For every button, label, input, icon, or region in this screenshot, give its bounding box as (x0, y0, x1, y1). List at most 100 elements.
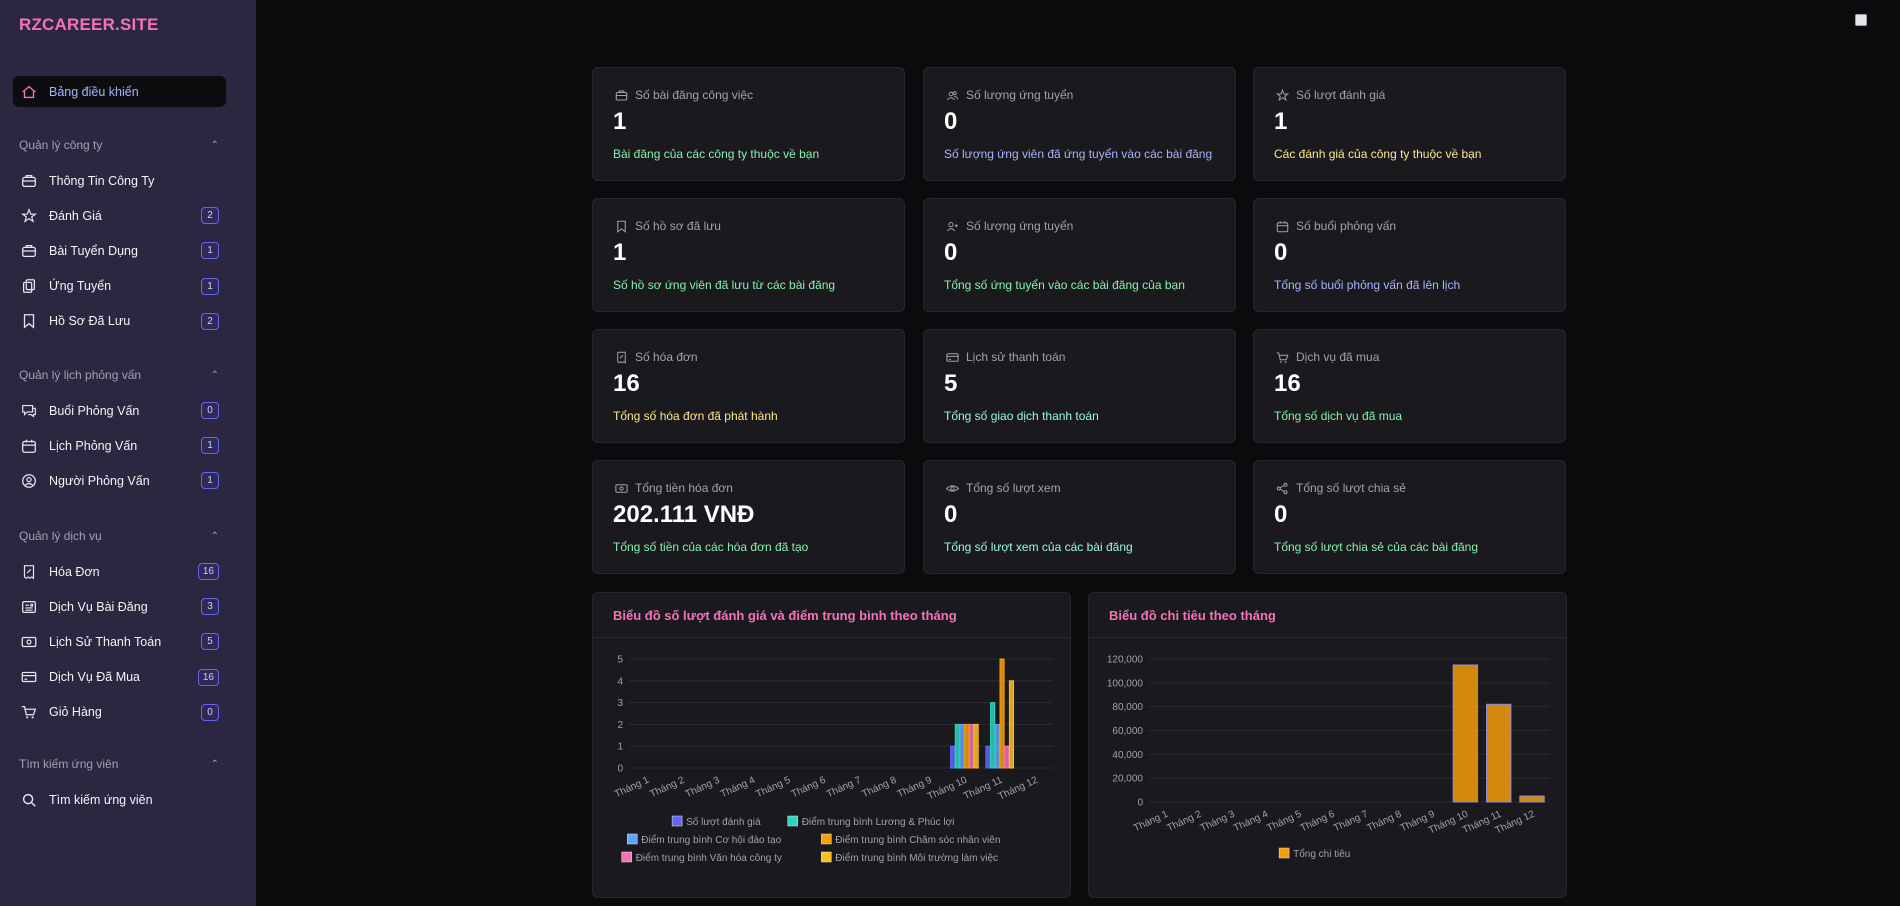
chevron-up-icon[interactable]: ⌃ (211, 370, 219, 381)
share-icon (1274, 480, 1290, 496)
stat-card-title: Số buổi phỏng vấn (1296, 219, 1397, 233)
legend-swatch (821, 851, 832, 863)
sidebar-item-bookmark[interactable]: Hồ Sơ Đã Lưu 2 (13, 306, 226, 337)
bookmark-icon (613, 218, 629, 234)
stat-card: Số hồ sơ đã lưu 1 Số hồ sơ ứng viên đã lưu… (592, 198, 905, 312)
chevron-up-icon[interactable]: ⌃ (211, 759, 219, 770)
x-tick-label: Tháng 5 (1265, 809, 1303, 835)
sidebar-item-search[interactable]: Tìm kiếm ứng viên (13, 784, 226, 815)
briefcase-icon (19, 241, 39, 261)
stat-card-value: 0 (1274, 239, 1288, 266)
section-header[interactable]: Quản lý lịch phỏng vấn ⌃ (19, 368, 219, 382)
sidebar-item-user-circle[interactable]: Người Phỏng Vấn 1 (13, 465, 226, 496)
sidebar-item-label: Đánh Giá (49, 208, 102, 223)
legend-label: Điểm trung bình Cơ hội đào tạo (641, 834, 781, 846)
spend-chart: 0 20,000 40,000 60,000 80,000 100,000 120,000 T… (1107, 655, 1549, 860)
stat-card-value: 0 (944, 501, 958, 528)
stat-card-description: Tổng số dịch vụ đã mua (1274, 409, 1403, 423)
count-badge: 3 (201, 598, 219, 616)
legend-label: Số lượt đánh giá (686, 816, 761, 828)
x-tick-label: Tháng 8 (860, 775, 898, 801)
section-title: Quản lý lịch phỏng vấn (19, 368, 142, 382)
stat-card-description: Tổng số ứng tuyển vào các bài đăng của b… (944, 278, 1185, 292)
stat-card-title: Số lượt đánh giá (1296, 88, 1386, 102)
chevron-up-icon[interactable]: ⌃ (211, 140, 219, 151)
sidebar-item-receipt[interactable]: Hóa Đơn 16 (13, 556, 226, 587)
legend-swatch (671, 815, 683, 827)
y-tick-label: 5 (617, 655, 623, 666)
stat-card: Số bài đăng công việc 1 Bài đăng của các c… (592, 67, 905, 181)
count-badge: 5 (201, 633, 219, 651)
stat-card: Số lượng ứng tuyển 0 Số lượng ứng viên đã … (923, 67, 1236, 181)
stat-card-title: Tổng số lượt xem (966, 481, 1061, 495)
x-tick-label: Tháng 1 (613, 775, 651, 801)
sidebar-item-label: Ứng Tuyển (49, 279, 112, 294)
sidebar-item-newspaper[interactable]: Dịch Vụ Bài Đăng 3 (13, 591, 226, 622)
stat-card-title: Số hồ sơ đã lưu (635, 219, 721, 233)
newspaper-icon (19, 597, 39, 617)
user-circle-icon (19, 471, 39, 491)
sidebar-item-banknote[interactable]: Lịch Sử Thanh Toán 5 (13, 626, 226, 657)
stat-card-value: 0 (1274, 501, 1288, 528)
count-badge: 0 (201, 703, 219, 721)
home-icon (19, 82, 39, 102)
stat-card-title: Lịch sử thanh toán (966, 350, 1066, 364)
section-title: Tìm kiếm ứng viên (19, 757, 119, 771)
sidebar: RZCAREER.SITE Bảng điều khiển Quản lý côn… (0, 0, 256, 906)
avatar[interactable] (1855, 14, 1867, 26)
x-tick-label: Tháng 3 (1199, 809, 1237, 835)
stat-card-description: Tổng số giao dịch thanh toán (944, 409, 1099, 423)
section-header[interactable]: Quản lý công ty ⌃ (19, 138, 219, 152)
stat-card: Tổng tiền hóa đơn 202.111 VNĐ Tổng số tiền… (592, 460, 905, 574)
y-tick-label: 80,000 (1112, 702, 1143, 713)
x-tick-label: Tháng 4 (1232, 809, 1270, 835)
divider (1089, 637, 1566, 638)
legend-label: Tổng chi tiêu (1293, 848, 1350, 860)
star-icon (1274, 87, 1290, 103)
x-tick-label: Tháng 2 (1165, 809, 1203, 835)
stat-card-header: Dịch vụ đã mua (1274, 349, 1379, 365)
sidebar-item-briefcase[interactable]: Thông Tin Công Ty (13, 165, 226, 196)
x-tick-label: Tháng 6 (790, 775, 828, 801)
cart-icon (1274, 349, 1290, 365)
brand-logo[interactable]: RZCAREER.SITE (19, 15, 159, 35)
sidebar-item-chat[interactable]: Buổi Phỏng Vấn 0 (13, 395, 226, 426)
stat-card-description: Tổng số lượt xem của các bài đăng (944, 540, 1133, 554)
section-header[interactable]: Quản lý dịch vụ ⌃ (19, 529, 219, 543)
stat-card-description: Tổng số hóa đơn đã phát hành (613, 409, 778, 423)
spend-chart-panel: Biểu đồ chi tiêu theo tháng 0 20,000 40,00… (1088, 592, 1567, 898)
sidebar-item-briefcase[interactable]: Bài Tuyển Dụng 1 (13, 235, 226, 266)
y-tick-label: 0 (1137, 798, 1143, 809)
stat-card-header: Số bài đăng công việc (613, 87, 753, 103)
stat-card-value: 1 (613, 108, 627, 135)
x-tick-label: Tháng 8 (1365, 809, 1403, 835)
sidebar-item-calendar[interactable]: Lịch Phỏng Vấn 1 (13, 430, 226, 461)
stat-card-description: Các đánh giá của công ty thuộc về bạn (1274, 147, 1482, 161)
x-tick-label: Tháng 2 (648, 775, 686, 801)
reviews-chart-panel: Biểu đồ số lượt đánh giá và điểm trung b… (592, 592, 1071, 898)
sidebar-item-label: Dịch Vụ Bài Đăng (49, 599, 148, 614)
cart-icon (19, 702, 39, 722)
stat-card-value: 1 (613, 239, 627, 266)
sidebar-item-label: Lịch Phỏng Vấn (49, 438, 138, 453)
stat-card-title: Số bài đăng công việc (635, 88, 754, 102)
sidebar-item-credit-card[interactable]: Dịch Vụ Đã Mua 16 (13, 662, 226, 693)
stat-card-value: 1 (1274, 108, 1288, 135)
bar (973, 723, 979, 769)
section-header[interactable]: Tìm kiếm ứng viên ⌃ (19, 757, 219, 771)
stat-card-header: Số buổi phỏng vấn (1274, 218, 1396, 234)
calendar-icon (1274, 218, 1290, 234)
sidebar-item-home[interactable]: Bảng điều khiển (13, 76, 226, 107)
bar (994, 723, 1000, 769)
stat-card-header: Số hóa đơn (613, 349, 698, 365)
banknote-icon (613, 480, 629, 496)
sidebar-item-star[interactable]: Đánh Giá 2 (13, 200, 226, 231)
reviews-chart: 012345Tháng 1Tháng 2Tháng 3Tháng 4Tháng … (613, 655, 1053, 864)
count-badge: 2 (201, 207, 219, 225)
chevron-up-icon[interactable]: ⌃ (211, 531, 219, 542)
sidebar-item-cart[interactable]: Giỏ Hàng 0 (13, 697, 226, 728)
y-tick-label: 0 (617, 764, 623, 775)
sidebar-item-copy[interactable]: Ứng Tuyển 1 (13, 271, 226, 302)
count-badge: 1 (201, 277, 219, 295)
x-tick-label: Tháng 10 (926, 775, 969, 803)
